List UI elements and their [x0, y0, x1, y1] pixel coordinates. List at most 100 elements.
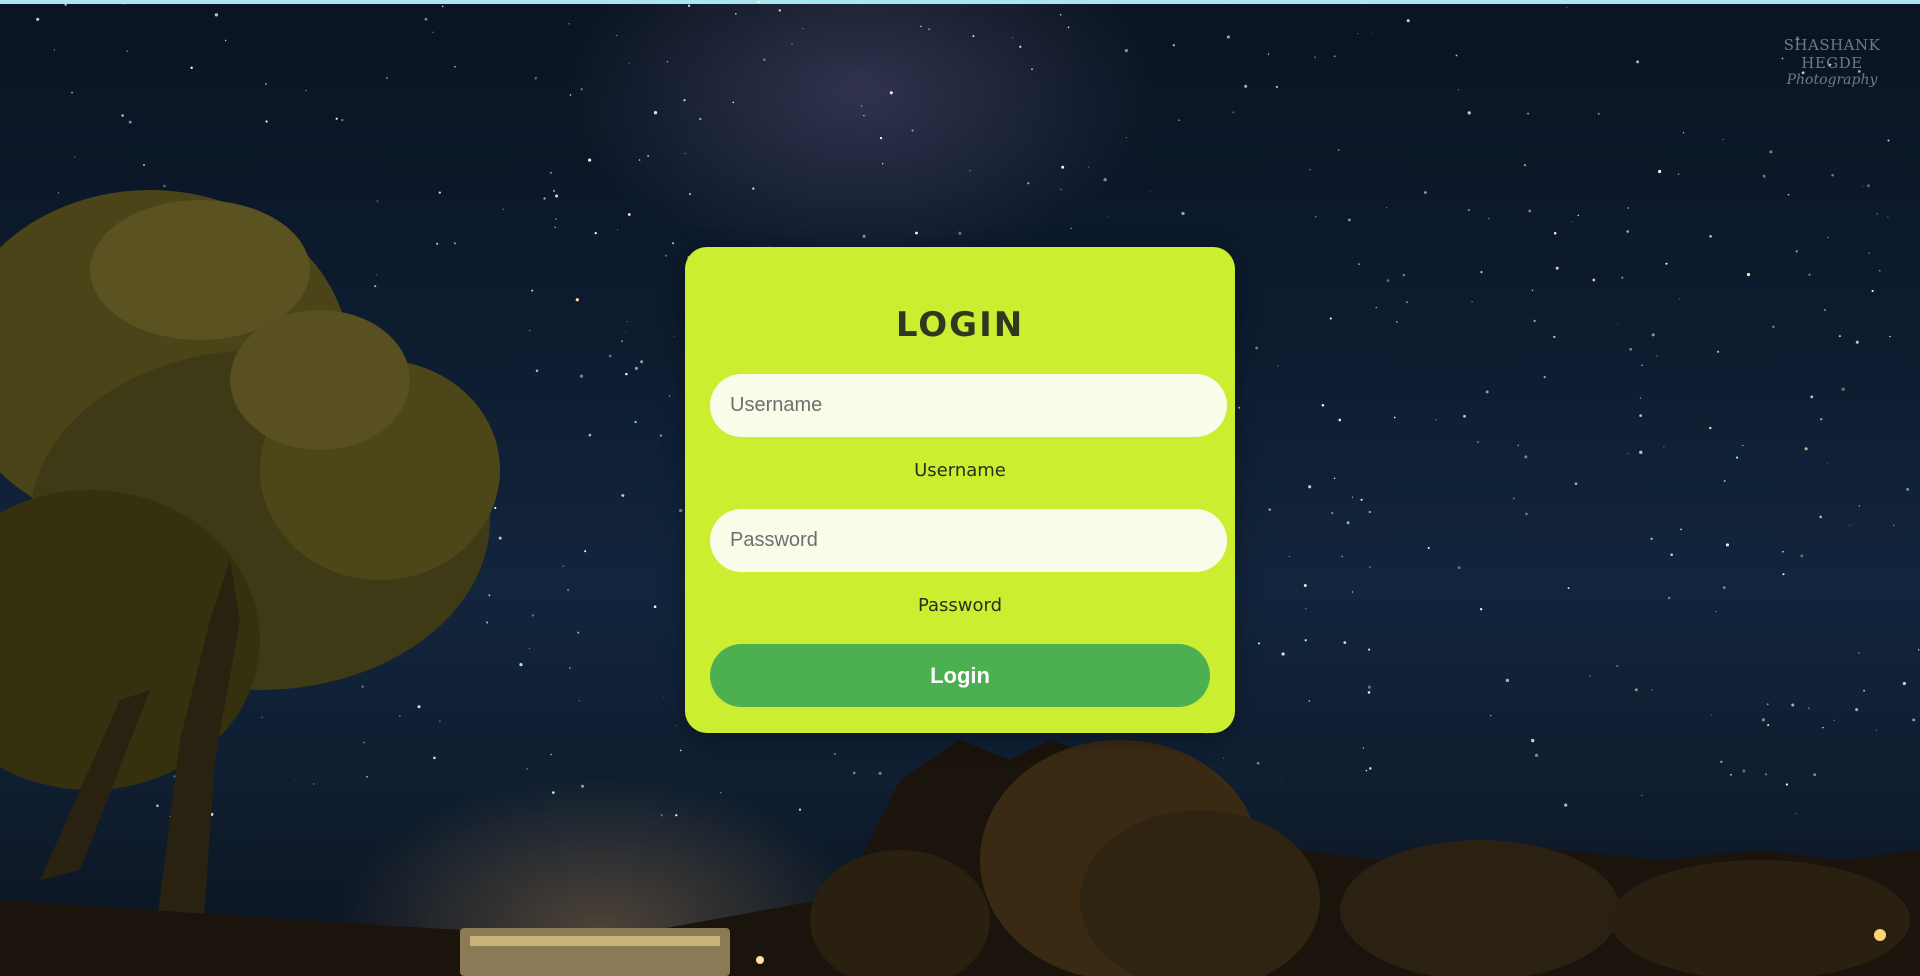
star [675, 814, 678, 817]
star [454, 65, 456, 68]
star [1289, 555, 1291, 558]
star [1799, 0, 1802, 1]
star [1406, 19, 1410, 23]
star [1531, 289, 1534, 292]
star [1819, 515, 1822, 519]
star [550, 753, 552, 756]
star [1321, 404, 1325, 407]
star [1902, 681, 1907, 686]
star [577, 631, 580, 634]
star [616, 34, 618, 37]
star [1357, 33, 1359, 35]
star [659, 434, 663, 437]
star [1347, 218, 1351, 222]
star [1435, 419, 1437, 421]
star [1303, 584, 1307, 587]
star [441, 5, 444, 8]
star [1338, 418, 1342, 422]
star [1463, 414, 1466, 418]
star [549, 171, 552, 174]
star [1709, 426, 1712, 430]
star [562, 565, 564, 567]
star [802, 28, 804, 30]
star [683, 99, 686, 102]
star [920, 25, 922, 28]
star [1682, 132, 1685, 134]
star [687, 4, 691, 7]
star [1124, 48, 1129, 53]
star [634, 366, 638, 370]
star [1827, 236, 1829, 238]
star [852, 771, 856, 775]
star [1012, 37, 1014, 39]
star [1181, 211, 1185, 216]
star [1742, 769, 1746, 773]
star [1772, 325, 1775, 328]
star [1477, 441, 1479, 443]
star [555, 194, 559, 198]
password-input[interactable] [710, 509, 1227, 572]
star [1277, 365, 1279, 367]
star [1795, 812, 1797, 814]
star [121, 114, 124, 117]
star [628, 62, 630, 65]
star [1871, 289, 1874, 293]
star [436, 242, 439, 245]
star [535, 369, 539, 372]
star [1385, 207, 1388, 209]
star [531, 289, 534, 292]
star [626, 321, 628, 323]
star [543, 197, 546, 200]
star [1471, 300, 1473, 303]
star [1639, 450, 1643, 454]
star [1808, 273, 1811, 277]
star [1061, 165, 1065, 169]
star [361, 685, 364, 688]
star [1525, 512, 1528, 516]
star [417, 705, 421, 709]
star [1730, 773, 1732, 776]
star [621, 340, 623, 343]
star [1735, 456, 1739, 459]
star [594, 231, 597, 235]
star [1553, 231, 1557, 235]
star [684, 153, 686, 155]
star [1268, 508, 1271, 511]
star [1822, 726, 1824, 729]
star [1592, 278, 1596, 282]
star [1255, 346, 1259, 350]
star [1858, 505, 1860, 507]
star [1876, 213, 1878, 215]
star [666, 61, 669, 63]
star [432, 31, 434, 33]
star [1393, 416, 1396, 419]
star [335, 117, 338, 120]
star [1715, 611, 1717, 613]
star [625, 372, 628, 376]
star [581, 784, 584, 788]
login-button[interactable]: Login [710, 644, 1210, 707]
star [1577, 214, 1580, 217]
star [1402, 273, 1406, 277]
star [1627, 207, 1629, 209]
star [1031, 68, 1033, 71]
star [1863, 689, 1866, 692]
star [608, 354, 612, 358]
star [1534, 753, 1539, 758]
star [625, 331, 627, 333]
star [190, 66, 193, 69]
star [1309, 168, 1311, 171]
star [791, 43, 793, 45]
photographer-watermark: SHASHANK HEGDE Photography [1768, 36, 1896, 88]
star [1527, 112, 1530, 115]
star [386, 77, 388, 79]
star [569, 667, 571, 669]
star [1887, 139, 1890, 142]
star [374, 285, 377, 288]
star [580, 88, 583, 91]
star [664, 254, 667, 257]
login-title: LOGIN [895, 305, 1025, 345]
star [1367, 685, 1371, 689]
username-input[interactable] [710, 374, 1227, 437]
star [1722, 138, 1724, 141]
